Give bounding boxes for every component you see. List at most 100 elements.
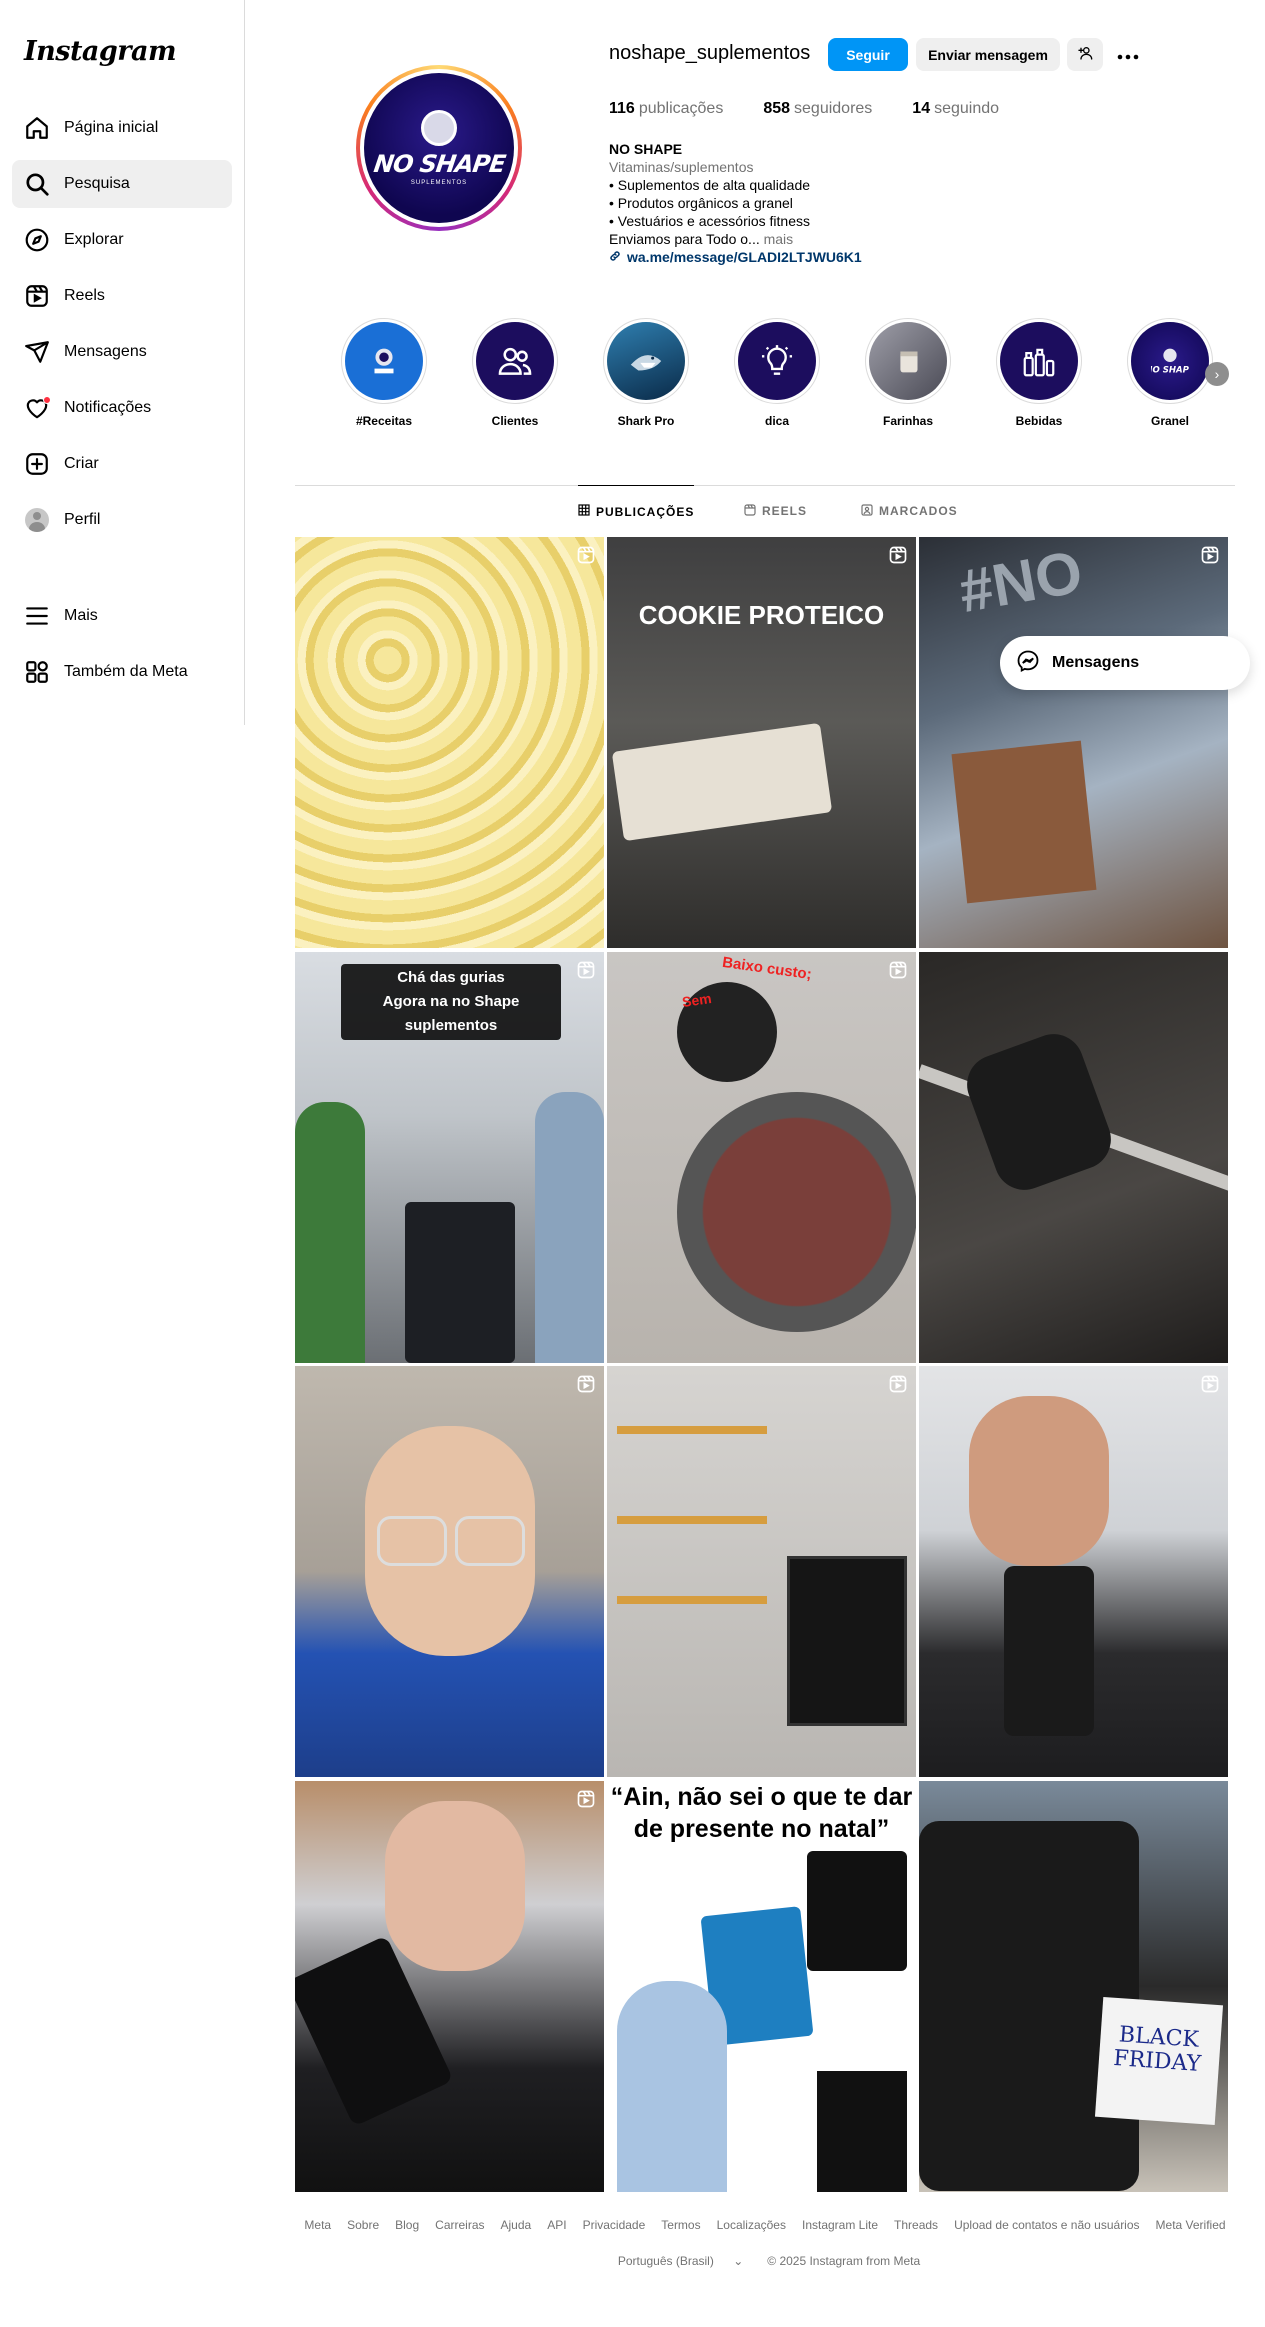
footer-link[interactable]: Threads — [894, 2218, 938, 2232]
post-caption: Chá das gurias Agora na no Shape supleme… — [341, 964, 561, 1040]
bio-line: • Suplementos de alta qualidade — [609, 177, 811, 193]
tab-reels[interactable]: REELS — [744, 485, 807, 537]
bio-more-link[interactable]: mais — [764, 231, 794, 247]
highlight-bebidas[interactable]: Bebidas — [996, 318, 1082, 428]
highlight-granel[interactable]: NO SHAPE Granel — [1127, 318, 1213, 428]
reel-icon — [576, 960, 596, 980]
drinks-icon — [1023, 348, 1055, 377]
following-count[interactable]: 14 seguindo — [912, 100, 999, 118]
highlight-ring: NO SHAPE — [1127, 318, 1213, 404]
person-figure — [617, 1981, 727, 2192]
post-tile[interactable]: “Ain, não sei o que te dar de presente n… — [607, 1781, 916, 2192]
post-tile[interactable]: #NO — [919, 537, 1228, 948]
more-options-button[interactable] — [1112, 38, 1144, 71]
shelf — [617, 1426, 767, 1434]
language-select[interactable]: Português (Brasil) ⌄ — [610, 2254, 751, 2268]
product-box — [611, 722, 833, 842]
post-tile[interactable] — [295, 1781, 604, 2192]
send-message-button[interactable]: Enviar mensagem — [916, 38, 1060, 71]
sidebar-item-label: Perfil — [64, 511, 101, 528]
sidebar-item-messages[interactable]: Mensagens — [12, 328, 232, 376]
highlight-label: #Receitas — [355, 414, 413, 428]
footer-link[interactable]: Carreiras — [435, 2218, 484, 2232]
instagram-logo[interactable]: Instagram — [24, 36, 177, 67]
highlight-ring — [865, 318, 951, 404]
reel-icon — [1200, 545, 1220, 565]
post-tile[interactable] — [607, 1366, 916, 1777]
mascot-icon — [374, 348, 394, 374]
sidebar-item-home[interactable]: Página inicial — [12, 104, 232, 152]
search-icon — [24, 171, 50, 197]
footer-link[interactable]: API — [547, 2218, 566, 2232]
post-caption: “Ain, não sei o que te dar de presente n… — [610, 1783, 913, 1843]
post-tile[interactable] — [295, 537, 604, 948]
highlight-receitas[interactable]: #Receitas — [341, 318, 427, 428]
sidebar: Instagram Página inicial Pesquisa Explor… — [0, 0, 245, 725]
sidebar-item-reels[interactable]: Reels — [12, 272, 232, 320]
highlight-ring — [472, 318, 558, 404]
tab-tagged[interactable]: MARCADOS — [861, 485, 958, 537]
add-user-icon — [1077, 45, 1093, 64]
sidebar-item-meta[interactable]: Também da Meta — [12, 648, 232, 696]
suggest-user-button[interactable] — [1067, 38, 1103, 71]
post-tile[interactable]: BLACK FRIDAY — [919, 1781, 1228, 2192]
bio-external-link[interactable]: wa.me/message/GLADI2LTJWU6K1 — [609, 248, 862, 266]
highlight-label: dica — [764, 414, 789, 428]
product-bucket — [405, 1202, 515, 1363]
sidebar-item-label: Também da Meta — [64, 663, 188, 680]
tab-label: MARCADOS — [879, 504, 958, 518]
footer-link[interactable]: Termos — [661, 2218, 700, 2232]
shaker-drink — [677, 1092, 916, 1332]
highlights-next-button[interactable]: › — [1205, 362, 1229, 386]
followers-count-value: 858 — [763, 100, 791, 117]
sidebar-item-more[interactable]: Mais — [12, 592, 232, 640]
footer-links: Meta Sobre Blog Carreiras Ajuda API Priv… — [295, 2218, 1235, 2232]
post-tile[interactable]: Baixo custo; Sem — [607, 952, 916, 1363]
highlight-dica[interactable]: dica — [734, 318, 820, 428]
footer-link[interactable]: Meta — [304, 2218, 331, 2232]
highlight-farinhas[interactable]: Farinhas — [865, 318, 951, 428]
sidebar-item-notifications[interactable]: Notificações — [12, 384, 232, 432]
footer-link[interactable]: Meta Verified — [1156, 2218, 1226, 2232]
followers-count-label: seguidores — [794, 100, 873, 117]
flour-bag-icon — [900, 351, 918, 373]
reels-icon — [744, 503, 762, 519]
bio-truncated-text: Enviamos para Todo o... — [609, 231, 760, 247]
footer-link[interactable]: Ajuda — [501, 2218, 532, 2232]
reels-icon — [24, 283, 50, 309]
post-tile[interactable]: COOKIE PROTEICO — [607, 537, 916, 948]
sidebar-item-explore[interactable]: Explorar — [12, 216, 232, 264]
highlight-shark-pro[interactable]: Shark Pro — [603, 318, 689, 428]
highlight-cover — [869, 322, 947, 400]
floating-messages-button[interactable]: Mensagens — [1000, 636, 1250, 690]
shelf — [617, 1516, 767, 1524]
sidebar-item-create[interactable]: Criar — [12, 440, 232, 488]
footer-link[interactable]: Upload de contatos e não usuários — [954, 2218, 1139, 2232]
profile-avatar[interactable]: NO SHAPE SUPLEMENTOS — [356, 65, 522, 231]
post-tile[interactable] — [919, 1366, 1228, 1777]
grid-icon — [578, 504, 596, 519]
gym-glove — [958, 1025, 1120, 1199]
post-tile[interactable] — [295, 1366, 604, 1777]
avatar — [25, 508, 49, 532]
language-label: Português (Brasil) — [617, 2254, 714, 2268]
profile-icon-wrap — [24, 507, 50, 533]
post-tile[interactable]: Chá das gurias Agora na no Shape supleme… — [295, 952, 604, 1363]
tab-posts[interactable]: PUBLICAÇÕES — [578, 485, 695, 537]
follow-button[interactable]: Seguir — [828, 38, 908, 71]
footer-link[interactable]: Instagram Lite — [802, 2218, 878, 2232]
highlight-clientes[interactable]: Clientes — [472, 318, 558, 428]
post-tile[interactable] — [919, 952, 1228, 1363]
sidebar-item-label: Reels — [64, 287, 105, 304]
mascot-icon: NO SHAPE — [1151, 348, 1189, 375]
footer-link[interactable]: Blog — [395, 2218, 419, 2232]
shelf — [617, 1596, 767, 1604]
sidebar-item-search[interactable]: Pesquisa — [12, 160, 232, 208]
footer-link[interactable]: Sobre — [347, 2218, 379, 2232]
footer-link[interactable]: Localizações — [717, 2218, 786, 2232]
glasses-lens — [455, 1516, 525, 1566]
footer-link[interactable]: Privacidade — [583, 2218, 646, 2232]
post-caption: BLACK FRIDAY — [1112, 2022, 1202, 2077]
sidebar-item-profile[interactable]: Perfil — [12, 496, 232, 544]
followers-count[interactable]: 858 seguidores — [763, 100, 872, 118]
